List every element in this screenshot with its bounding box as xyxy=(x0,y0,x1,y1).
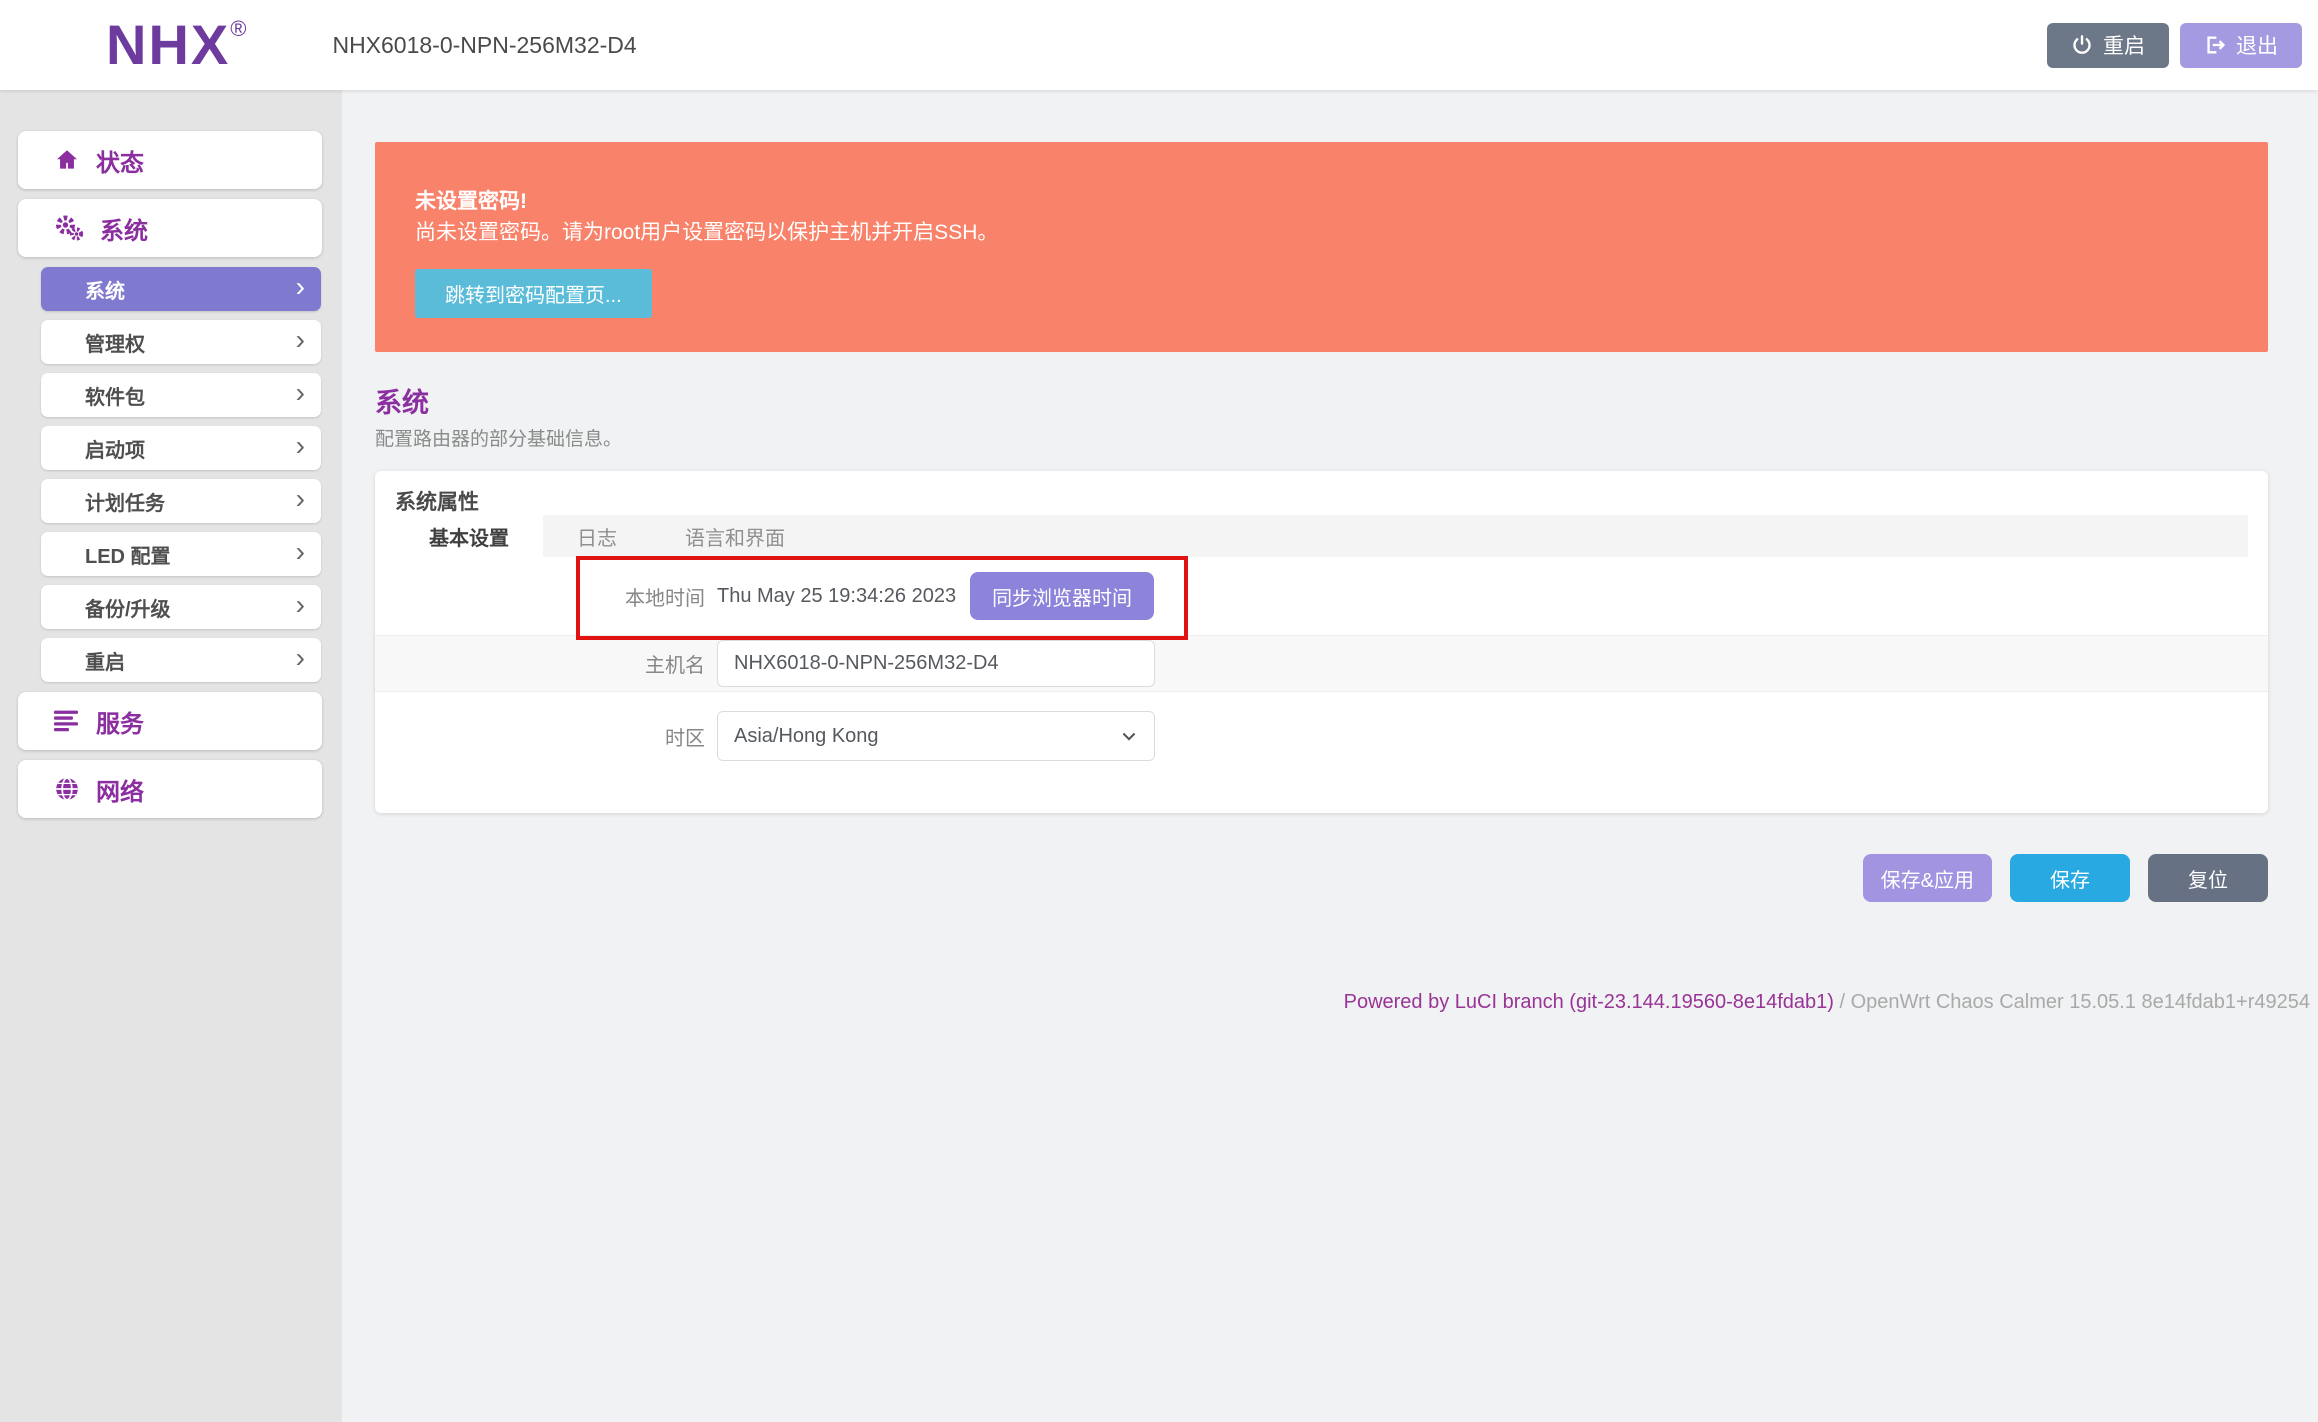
sidebar-item-system[interactable]: 系统 xyxy=(18,199,322,257)
password-warning-banner: 未设置密码! 尚未设置密码。请为root用户设置密码以保护主机并开启SSH。 跳… xyxy=(375,142,2268,352)
banner-message: 尚未设置密码。请为root用户设置密码以保护主机并开启SSH。 xyxy=(415,217,2228,248)
reboot-button[interactable]: 重启 xyxy=(2047,23,2169,68)
submenu-item-startup[interactable]: 启动项 › xyxy=(41,426,321,470)
submenu-item-reboot[interactable]: 重启 › xyxy=(41,638,321,682)
header-actions: 重启 退出 xyxy=(2047,23,2302,68)
tab-bar: 基本设置 日志 语言和界面 xyxy=(395,515,2248,557)
logout-icon xyxy=(2204,34,2226,56)
card-heading: 系统属性 xyxy=(375,471,2268,515)
brand-logo-text: NHX xyxy=(106,13,230,76)
sidebar-item-status[interactable]: 状态 xyxy=(18,131,322,189)
submenu-item-label: 系统 xyxy=(85,275,125,304)
sidebar-item-status-label: 状态 xyxy=(96,143,144,178)
tab-logging[interactable]: 日志 xyxy=(543,515,651,557)
sidebar-item-services-label: 服务 xyxy=(96,704,144,739)
sync-browser-time-button[interactable]: 同步浏览器时间 xyxy=(970,572,1154,620)
main-content: 未设置密码! 尚未设置密码。请为root用户设置密码以保护主机并开启SSH。 跳… xyxy=(342,90,2318,1422)
submenu-item-label: 管理权 xyxy=(85,328,145,357)
app-header: NHX® NHX6018-0-NPN-256M32-D4 重启 退出 xyxy=(0,0,2318,90)
submenu-item-label: LED 配置 xyxy=(85,540,171,569)
timezone-label: 时区 xyxy=(375,722,705,751)
submenu-item-scheduled-tasks[interactable]: 计划任务 › xyxy=(41,479,321,523)
sidebar-item-services[interactable]: 服务 xyxy=(18,692,322,750)
timezone-row: 时区 Asia/Hong Kong xyxy=(375,692,2268,780)
local-time-value: Thu May 25 19:34:26 2023 xyxy=(717,585,956,608)
chevron-down-icon xyxy=(1120,727,1138,745)
local-time-label: 本地时间 xyxy=(375,582,705,611)
save-apply-button[interactable]: 保存&应用 xyxy=(1863,854,1992,902)
save-button[interactable]: 保存 xyxy=(2010,854,2130,902)
submenu-item-administration[interactable]: 管理权 › xyxy=(41,320,321,364)
page-subtitle: 配置路由器的部分基础信息。 xyxy=(375,429,2268,451)
tab-general-settings[interactable]: 基本设置 xyxy=(395,515,543,557)
chevron-right-icon: › xyxy=(296,538,305,566)
banner-title: 未设置密码! xyxy=(415,186,2228,217)
power-icon xyxy=(2071,34,2093,56)
hostname-label: 主机名 xyxy=(375,649,705,678)
device-title: NHX6018-0-NPN-256M32-D4 xyxy=(332,32,636,59)
submenu-item-label: 计划任务 xyxy=(85,487,165,516)
submenu-item-label: 软件包 xyxy=(85,381,145,410)
chevron-right-icon: › xyxy=(296,326,305,354)
luci-branch-link[interactable]: Powered by LuCI branch (git-23.144.19560… xyxy=(1344,991,1834,1013)
gears-icon xyxy=(54,214,84,242)
chevron-right-icon: › xyxy=(296,485,305,513)
submenu-item-system[interactable]: 系统 › xyxy=(41,267,321,311)
system-properties-card: 系统属性 基本设置 日志 语言和界面 本地时间 Thu May 25 19:34… xyxy=(375,471,2268,813)
page-title: 系统 xyxy=(375,385,2268,421)
firmware-version-text: OpenWrt Chaos Calmer 15.05.1 8e14fdab1+r… xyxy=(1851,991,2310,1013)
chevron-right-icon: › xyxy=(296,644,305,672)
chevron-right-icon: › xyxy=(296,379,305,407)
go-to-password-config-button[interactable]: 跳转到密码配置页... xyxy=(415,269,652,318)
submenu-item-label: 启动项 xyxy=(85,434,145,463)
home-icon xyxy=(54,147,80,173)
reset-button[interactable]: 复位 xyxy=(2148,854,2268,902)
sidebar-nav: 状态 系统 系统 › 管理权 › 软件包 xyxy=(0,90,342,1422)
form-actions: 保存&应用 保存 复位 xyxy=(375,854,2268,902)
submenu-item-label: 重启 xyxy=(85,646,125,675)
reboot-button-label: 重启 xyxy=(2103,30,2145,60)
timezone-select[interactable]: Asia/Hong Kong xyxy=(717,711,1155,761)
logout-button[interactable]: 退出 xyxy=(2180,23,2302,68)
submenu-item-label: 备份/升级 xyxy=(85,593,171,622)
chevron-right-icon: › xyxy=(296,273,305,301)
local-time-row: 本地时间 Thu May 25 19:34:26 2023 同步浏览器时间 xyxy=(375,557,2268,635)
sidebar-item-network[interactable]: 网络 xyxy=(18,760,322,818)
hostname-row: 主机名 xyxy=(375,635,2268,692)
logout-button-label: 退出 xyxy=(2236,30,2278,60)
submenu-item-led-configuration[interactable]: LED 配置 › xyxy=(41,532,321,576)
globe-icon xyxy=(54,776,80,802)
page-footer: Powered by LuCI branch (git-23.144.19560… xyxy=(375,990,2310,1014)
tab-language-and-style[interactable]: 语言和界面 xyxy=(651,515,819,557)
sidebar-item-system-label: 系统 xyxy=(100,211,148,246)
list-icon xyxy=(54,709,80,733)
sidebar-item-network-label: 网络 xyxy=(96,772,144,807)
chevron-right-icon: › xyxy=(296,432,305,460)
submenu-item-backup-upgrade[interactable]: 备份/升级 › xyxy=(41,585,321,629)
submenu-item-software[interactable]: 软件包 › xyxy=(41,373,321,417)
chevron-right-icon: › xyxy=(296,591,305,619)
brand-logo: NHX® xyxy=(106,17,246,73)
system-submenu: 系统 › 管理权 › 软件包 › 启动项 › 计划任务 › LED 配置 › xyxy=(41,267,321,682)
hostname-input[interactable] xyxy=(717,640,1155,687)
footer-separator: / xyxy=(1834,991,1851,1013)
registered-trademark-icon: ® xyxy=(230,16,246,41)
timezone-selected-value: Asia/Hong Kong xyxy=(734,725,879,748)
